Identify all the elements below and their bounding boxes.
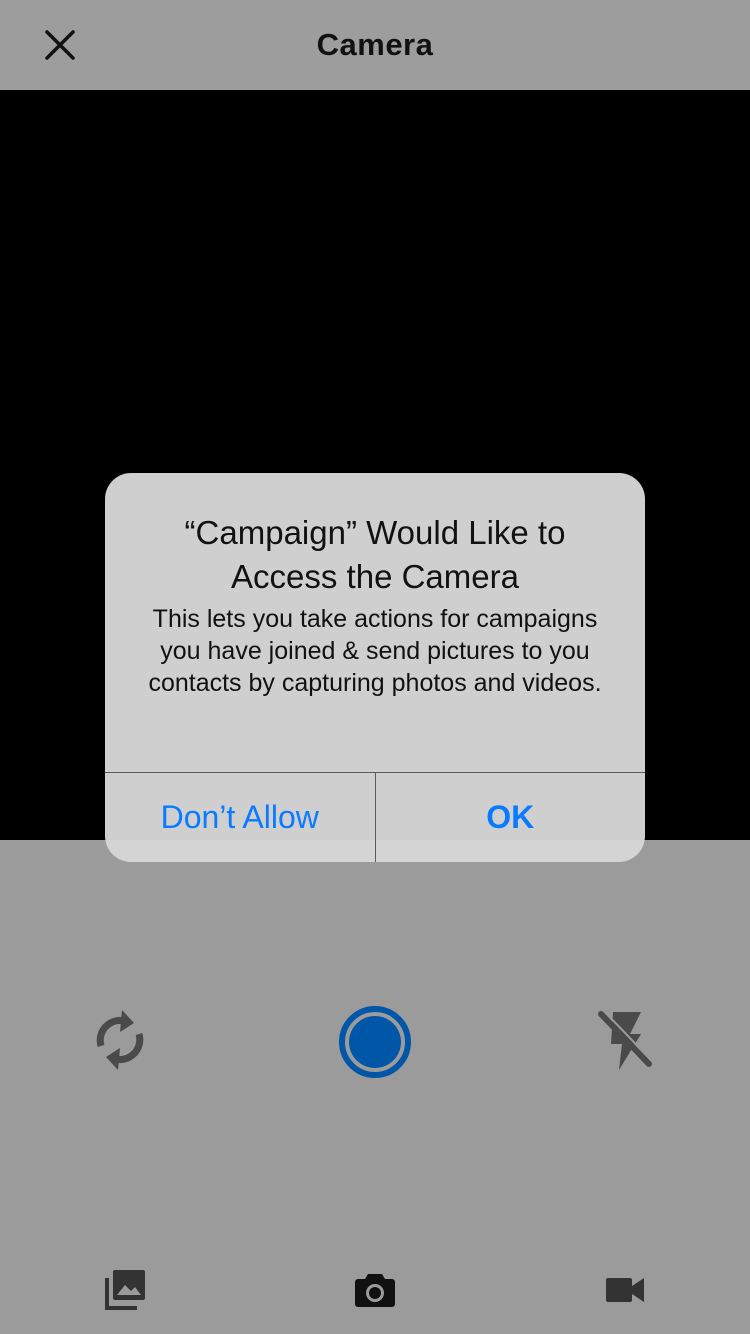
dont-allow-button[interactable]: Don’t Allow — [105, 773, 375, 862]
switch-camera-icon — [96, 1010, 144, 1070]
flash-toggle-button[interactable] — [585, 1000, 665, 1080]
switch-camera-button[interactable] — [80, 1000, 160, 1080]
tab-gallery[interactable] — [95, 1260, 155, 1320]
video-camera-icon — [606, 1278, 644, 1302]
page-title: Camera — [316, 27, 434, 62]
shutter-icon — [339, 1006, 411, 1078]
permission-alert: “Campaign” Would Like to Access the Came… — [105, 473, 645, 862]
alert-button-row: Don’t Allow OK — [105, 772, 645, 862]
alert-message: This lets you take actions for campaigns… — [148, 605, 602, 697]
camera-controls — [0, 840, 750, 1334]
tab-photo[interactable] — [345, 1260, 405, 1320]
tab-video[interactable] — [595, 1260, 655, 1320]
camera-icon — [355, 1274, 395, 1307]
ok-button[interactable]: OK — [374, 773, 646, 862]
gallery-icon — [105, 1270, 145, 1310]
close-icon — [45, 30, 75, 60]
header-bar: Camera — [0, 0, 750, 90]
alert-title: “Campaign” Would Like to Access the Came… — [184, 514, 566, 595]
flash-off-icon — [598, 1010, 653, 1070]
close-button[interactable] — [30, 15, 90, 75]
shutter-button[interactable] — [337, 1004, 413, 1080]
